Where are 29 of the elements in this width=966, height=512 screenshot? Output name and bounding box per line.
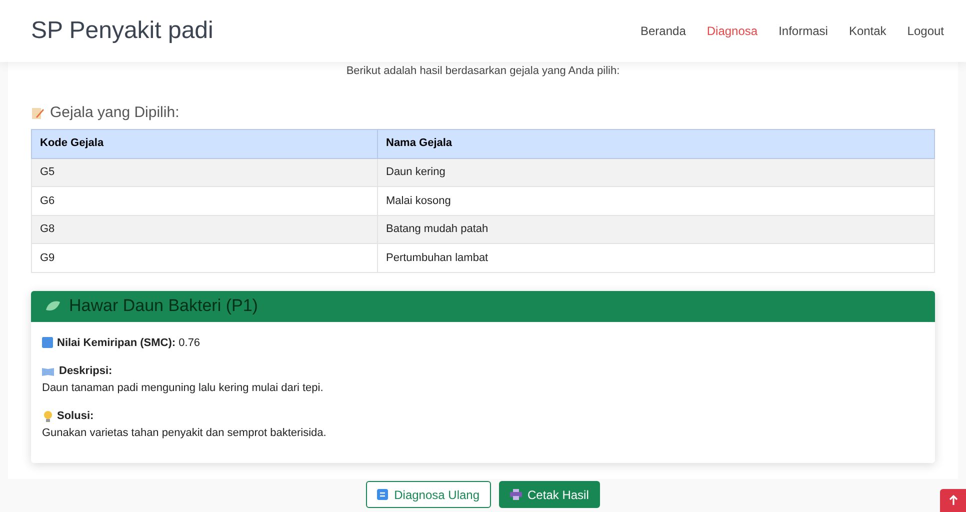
solution-label: Solusi: [57, 409, 94, 424]
table-cell: G9 [32, 244, 378, 272]
site-title[interactable]: SP Penyakit padi [31, 13, 214, 49]
memo-icon [31, 106, 44, 120]
description-text: Daun tanaman padi menguning lalu kering mulai dari tepi. [42, 380, 324, 396]
action-button[interactable]: Diagnosa Ulang [366, 481, 491, 508]
lightbulb-icon [44, 410, 52, 422]
action-button[interactable]: Cetak Hasil [498, 481, 600, 508]
printer-icon [510, 489, 522, 500]
solution-text: Gunakan varietas tahan penyakit dan semprot bakterisida. [42, 426, 328, 440]
disease-title: Hawar Daun Bakteri (P1) [69, 295, 258, 318]
nav-link[interactable]: Diagnosa [706, 22, 758, 40]
book-icon [42, 366, 55, 376]
table-cell: Pertumbuhan lambat [378, 244, 934, 272]
nav-link[interactable]: Informasi [778, 22, 828, 40]
column-header: Nama Gejala [378, 129, 934, 158]
leaf-icon [45, 300, 61, 312]
column-header: Kode Gejala [32, 129, 378, 158]
section-title: Gejala yang Dipilih: [50, 103, 180, 123]
table-cell: Malai kosong [378, 186, 934, 215]
scroll-top-button[interactable] [940, 489, 966, 512]
nav-link[interactable]: Beranda [640, 22, 686, 40]
arrow-up-icon [948, 495, 958, 505]
table-cell: G6 [32, 186, 378, 215]
similarity-score: Nilai Kemiripan (SMC): 0.76 [57, 336, 200, 350]
nav-link[interactable]: Logout [907, 22, 944, 40]
intro-text: Berikut adalah hasil berdasarkan gejala yang Anda pilih: [345, 64, 621, 78]
description-label: Deskripsi: [59, 364, 112, 379]
nav-link[interactable]: Kontak [848, 22, 886, 40]
